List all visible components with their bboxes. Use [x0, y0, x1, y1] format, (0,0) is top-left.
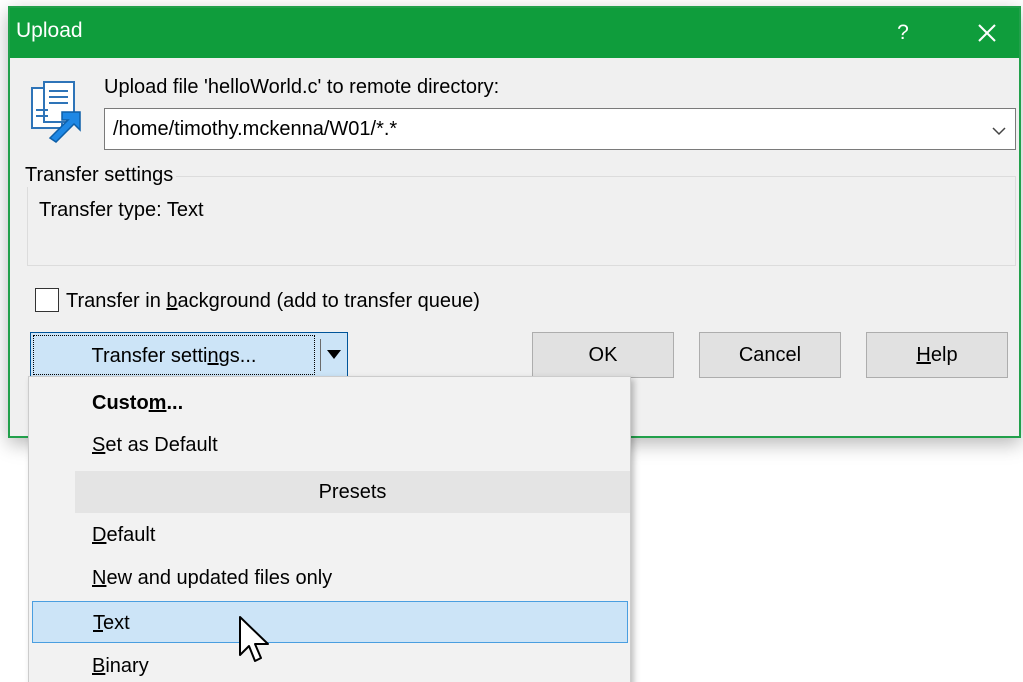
split-separator — [320, 339, 321, 371]
transfer-settings-group-title: Transfer settings — [22, 164, 177, 187]
transfer-settings-button[interactable]: Transfer settings... — [33, 335, 315, 375]
upload-dialog: Upload ? Upload file 'helloWorld.c' to r… — [8, 6, 1021, 438]
help-button[interactable]: Help — [866, 332, 1008, 378]
menu-item-new-and-updated[interactable]: New and updated files only — [29, 557, 630, 599]
menu-item-default[interactable]: Default — [29, 514, 630, 556]
transfer-settings-menu: Custom... Set as Default Presets Default… — [28, 376, 631, 682]
upload-prompt-label: Upload file 'helloWorld.c' to remote dir… — [104, 76, 500, 98]
ok-button[interactable]: OK — [532, 332, 674, 378]
title-bar[interactable]: Upload ? — [10, 8, 1019, 58]
transfer-type-text: Transfer type: Text — [39, 199, 204, 221]
menu-presets-header: Presets — [75, 471, 630, 513]
dropdown-arrow-icon[interactable] — [327, 350, 341, 360]
close-button[interactable] — [955, 8, 1019, 58]
help-title-button[interactable]: ? — [879, 8, 927, 58]
upload-file-icon — [31, 81, 81, 143]
screen: Upload ? Upload file 'helloWorld.c' to r… — [0, 0, 1023, 682]
menu-item-custom[interactable]: Custom... — [29, 382, 630, 424]
close-icon — [978, 24, 996, 42]
menu-item-binary[interactable]: Binary — [29, 645, 630, 682]
menu-item-text[interactable]: Text — [32, 601, 628, 643]
background-transfer-label[interactable]: Transfer in background (add to transfer … — [66, 290, 480, 313]
chevron-down-icon[interactable] — [989, 121, 1009, 141]
remote-directory-value[interactable]: /home/timothy.mckenna/W01/*.* — [113, 118, 397, 142]
remote-directory-combobox[interactable]: /home/timothy.mckenna/W01/*.* — [104, 108, 1016, 150]
mouse-cursor-icon — [239, 616, 269, 662]
transfer-settings-split-button[interactable]: Transfer settings... — [30, 332, 348, 378]
menu-item-set-as-default[interactable]: Set as Default — [29, 424, 630, 466]
cancel-button[interactable]: Cancel — [699, 332, 841, 378]
dialog-title: Upload — [16, 19, 83, 42]
background-transfer-checkbox[interactable] — [35, 288, 59, 312]
